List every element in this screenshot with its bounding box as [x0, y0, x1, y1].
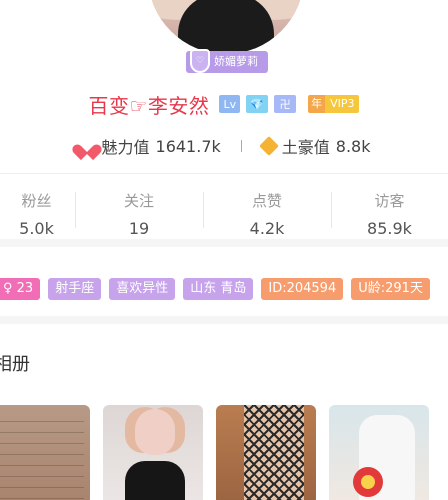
tag-gender-age: ♀ 23 — [0, 278, 41, 300]
charm-wealth-row: 魅力值 1641.7k 土豪值 8.8k — [0, 134, 448, 158]
vip-year-label: 年 — [308, 95, 326, 113]
vip-level-label: VIP3 — [325, 95, 360, 113]
counter-likes[interactable]: 点赞 4.2k — [203, 174, 331, 239]
vip-badge[interactable]: 年 VIP3 — [308, 95, 360, 113]
level-icon[interactable]: Lv — [219, 95, 241, 113]
album-photo[interactable] — [0, 405, 90, 500]
section-divider — [0, 316, 448, 324]
title-badge: ♡ 娇媚萝莉 — [186, 49, 268, 73]
counter-value: 19 — [128, 219, 150, 238]
counter-following[interactable]: 关注 19 — [75, 174, 203, 239]
wealth-value: 8.8k — [335, 136, 371, 156]
wealth-label: 土豪值 — [281, 138, 330, 157]
album-photo[interactable] — [329, 405, 429, 500]
shield-icon: ♡ — [190, 49, 210, 73]
profile-avatar-area: ♡ 娇媚萝莉 — [148, 0, 304, 73]
tag-account-age: U龄:291天 — [351, 278, 430, 300]
counter-bar: 粉丝 5.0k 关注 19 点赞 4.2k 访客 85.9k — [0, 173, 448, 247]
charm-stat[interactable]: 魅力值 1641.7k — [78, 134, 221, 158]
counter-label: 关注 — [123, 192, 154, 210]
profile-tags: ♀ 23 射手座 喜欢异性 山东 青岛 ID:204594 U龄:291天 — [0, 278, 430, 302]
gem-icon — [258, 136, 279, 156]
album-photo[interactable] — [103, 405, 203, 500]
counter-value: 5.0k — [19, 219, 54, 238]
divider — [240, 140, 242, 152]
counter-fans[interactable]: 粉丝 5.0k — [0, 174, 75, 239]
heart-icon — [78, 138, 96, 154]
diamond-icon[interactable]: 💎 — [246, 95, 269, 113]
tag-location: 山东 青岛 — [183, 278, 254, 300]
charm-label: 魅力值 — [101, 138, 150, 157]
wealth-stat[interactable]: 土豪值 8.8k — [258, 134, 371, 158]
counter-visitors[interactable]: 访客 85.9k — [331, 174, 448, 239]
avatar[interactable] — [148, 0, 304, 54]
name-row: 百变☞李安然 Lv 💎 卍 年 VIP3 — [0, 90, 448, 118]
charm-value: 1641.7k — [155, 136, 221, 156]
album-title: 相册 — [0, 354, 30, 375]
album-photo[interactable] — [216, 405, 316, 500]
tag-user-id: ID:204594 — [261, 278, 344, 300]
swastika-badge-icon[interactable]: 卍 — [274, 95, 297, 113]
username: 百变☞李安然 — [88, 93, 210, 118]
counter-label: 点赞 — [251, 192, 282, 210]
tag-zodiac: 射手座 — [48, 278, 102, 300]
title-badge-label: 娇媚萝莉 — [214, 55, 258, 68]
tag-orientation: 喜欢异性 — [109, 278, 176, 300]
counter-label: 粉丝 — [21, 192, 52, 210]
counter-value: 4.2k — [249, 219, 285, 238]
counter-label: 访客 — [374, 192, 405, 210]
counter-value: 85.9k — [367, 219, 412, 238]
